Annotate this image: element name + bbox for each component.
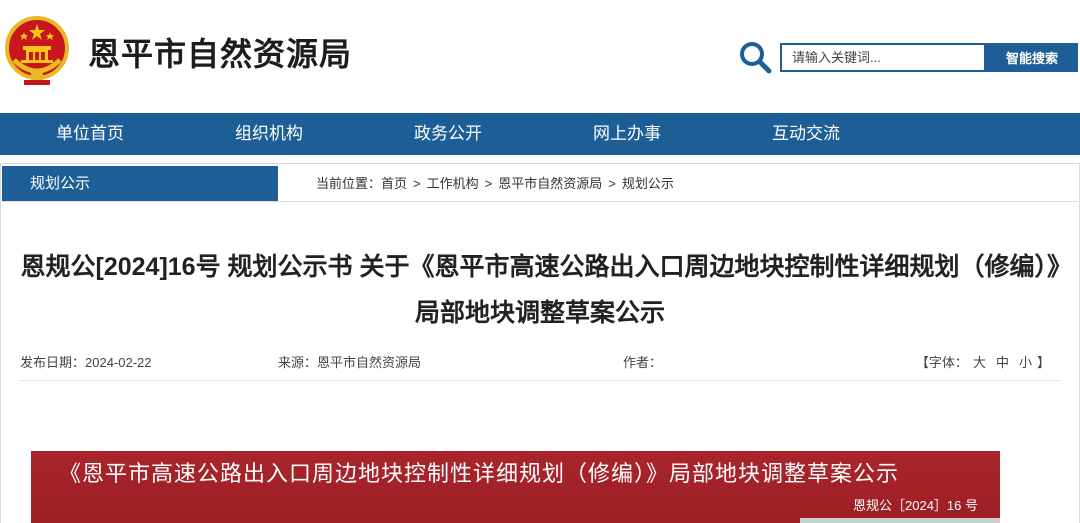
- main-nav: 单位首页 组织机构 政务公开 网上办事 互动交流: [0, 113, 1080, 155]
- font-size-label-close: 】: [1036, 355, 1050, 370]
- article-title: 恩规公[2024]16号 规划公示书 关于《恩平市高速公路出入口周边地块控制性详…: [20, 253, 1060, 327]
- section-tab-planning-notice[interactable]: 规划公示: [2, 166, 278, 201]
- font-size-small-button[interactable]: 小: [1019, 355, 1032, 370]
- nav-item-online-services[interactable]: 网上办事: [537, 113, 717, 155]
- breadcrumb-separator: >: [413, 176, 421, 191]
- breadcrumb-work-agencies[interactable]: 工作机构: [427, 176, 479, 191]
- document-image-banner: 《恩平市高速公路出入口周边地块控制性详细规划（修编）》局部地块调整草案公示 恩规…: [31, 451, 1000, 523]
- breadcrumb-bureau[interactable]: 恩平市自然资源局: [498, 176, 602, 191]
- document-number: 恩规公［2024］16 号: [853, 498, 978, 513]
- nav-item-organization[interactable]: 组织机构: [179, 113, 359, 155]
- font-size-large-button[interactable]: 大: [973, 355, 986, 370]
- smart-search-button[interactable]: 智能搜索: [986, 43, 1078, 72]
- national-emblem-icon: [5, 16, 69, 85]
- font-size-switcher: 【字体： 大中小】: [916, 352, 1050, 374]
- breadcrumb: 当前位置：首页 > 工作机构 > 恩平市自然资源局 > 规划公示: [316, 166, 674, 201]
- article-meta: 发布日期：2024-02-22 来源：恩平市自然资源局 作者： 【字体： 大中小】: [20, 352, 1060, 374]
- divider: [20, 380, 1060, 381]
- site-header: 恩平市自然资源局 智能搜索: [0, 0, 1080, 112]
- nav-item-home[interactable]: 单位首页: [0, 113, 180, 155]
- nav-item-government-affairs[interactable]: 政务公开: [358, 113, 538, 155]
- breadcrumb-separator: >: [484, 176, 493, 191]
- divider: [2, 201, 1078, 202]
- breadcrumb-label: 当前位置：: [316, 176, 382, 191]
- breadcrumb-separator: >: [608, 176, 616, 191]
- publish-date: 发布日期：2024-02-22: [20, 355, 152, 370]
- breadcrumb-planning-notice[interactable]: 规划公示: [622, 176, 674, 191]
- font-size-label: 【字体：: [915, 355, 968, 370]
- breadcrumb-home[interactable]: 首页: [381, 176, 407, 191]
- article-author: 作者：: [623, 355, 663, 370]
- document-banner-title: 《恩平市高速公路出入口周边地块控制性详细规划（修编）》局部地块调整草案公示: [59, 462, 900, 487]
- search-input[interactable]: [780, 43, 986, 72]
- site-title[interactable]: 恩平市自然资源局: [88, 34, 352, 74]
- font-size-medium-button[interactable]: 中: [996, 355, 1009, 370]
- search-icon[interactable]: [738, 40, 772, 74]
- article-source: 来源：恩平市自然资源局: [278, 355, 422, 370]
- nav-item-interaction[interactable]: 互动交流: [716, 113, 896, 155]
- document-edge: [800, 518, 1000, 523]
